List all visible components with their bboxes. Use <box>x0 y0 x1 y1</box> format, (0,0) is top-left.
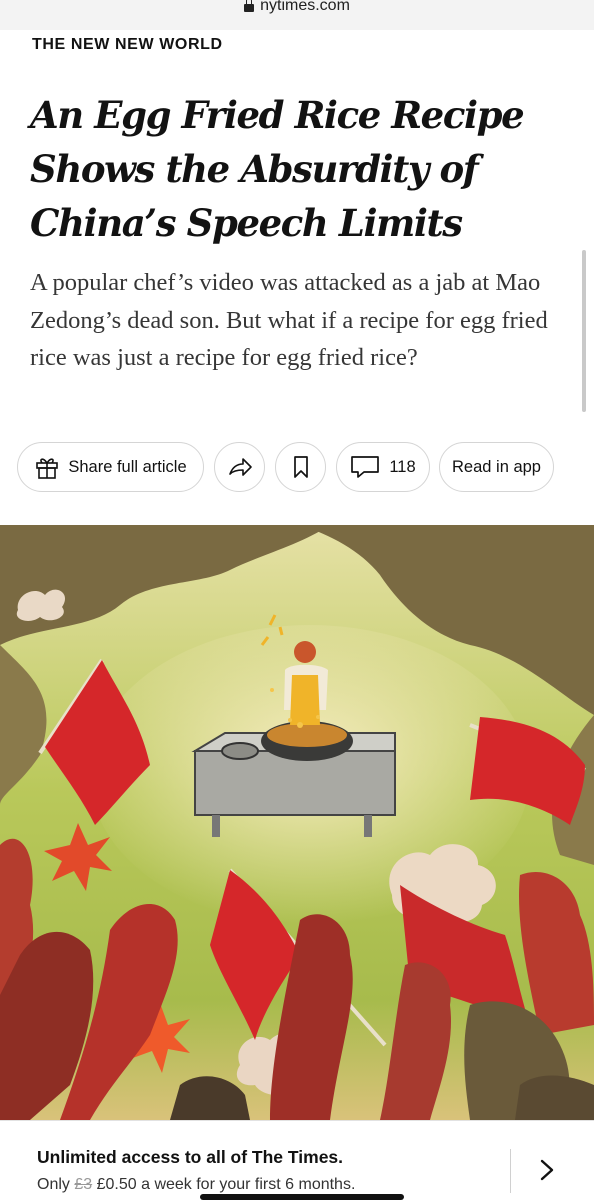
offer-only: Only <box>37 1176 70 1193</box>
share-full-article-button[interactable]: Share full article <box>17 442 204 492</box>
banner-title: Unlimited access to all of The Times. <box>37 1147 344 1167</box>
subscription-banner[interactable]: Unlimited access to all of The Times. On… <box>0 1120 594 1200</box>
article-headline: An Egg Fried Rice Recipe Shows the Absur… <box>30 88 570 250</box>
url-display[interactable]: nytimes.com <box>244 0 350 15</box>
save-button[interactable] <box>275 442 326 492</box>
old-price: £3 <box>74 1176 93 1193</box>
article-tools: Share full article 118 Read in app <box>17 442 577 494</box>
headline-line-2: Shows the Absurdity of <box>30 147 479 191</box>
read-in-app-button[interactable]: Read in app <box>439 442 554 492</box>
comment-bubble-icon <box>350 455 380 479</box>
lock-icon <box>244 0 255 12</box>
section-kicker[interactable]: THE NEW NEW WORLD <box>32 36 223 54</box>
read-in-app-label: Read in app <box>452 457 541 476</box>
comments-count: 118 <box>389 457 416 476</box>
article-summary: A popular chef’s video was attacked as a… <box>30 269 548 371</box>
scrollbar[interactable] <box>582 250 586 412</box>
offer-text: £0.50 a week for your first 6 months. <box>96 1176 356 1193</box>
forward-arrow-icon <box>227 456 253 478</box>
chevron-right-icon[interactable] <box>539 1159 555 1186</box>
banner-divider <box>510 1149 511 1193</box>
banner-offer: Only £3 £0.50 a week for your first 6 mo… <box>37 1176 355 1194</box>
share-label: Share full article <box>68 457 187 476</box>
home-indicator[interactable] <box>200 1194 404 1200</box>
hero-illustration <box>0 525 594 1120</box>
comments-button[interactable]: 118 <box>336 442 430 492</box>
headline-line-3: China’s Speech Limits <box>30 201 463 245</box>
forward-button[interactable] <box>214 442 265 492</box>
headline-line-1: An Egg Fried Rice Recipe <box>30 93 525 137</box>
bookmark-icon <box>292 455 310 479</box>
url-text: nytimes.com <box>260 0 350 14</box>
browser-url-bar[interactable]: nytimes.com <box>0 0 594 30</box>
gift-icon <box>34 454 60 480</box>
